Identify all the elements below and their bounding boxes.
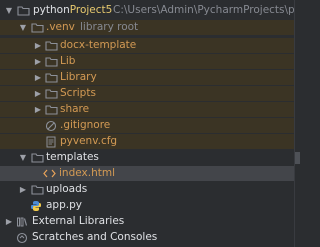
chevron-down-icon[interactable]: ▼ [18,150,28,165]
file-label: index.html [59,167,115,179]
tree-item-gitignore[interactable]: .gitignore [0,118,294,133]
folder-icon [44,54,58,69]
tree-item-project-root[interactable]: ▼ pythonProject5 C:\Users\Admin\PycharmP… [0,3,294,18]
gitignore-icon [44,118,58,133]
folder-label: Library [60,71,97,83]
folder-label: Lib [60,55,76,67]
tree-item-templates[interactable]: ▼ templates [0,150,294,165]
folder-label: share [60,103,90,115]
folder-icon [30,20,44,35]
tree-label: Scratches and Consoles [32,231,158,243]
folder-icon [30,182,44,197]
chevron-right-icon[interactable]: ▶ [33,70,43,85]
config-file-icon [44,134,58,149]
tree-item-scratches[interactable]: Scratches and Consoles [0,230,294,245]
folder-icon [30,150,44,165]
tree-item-pyvenv-cfg[interactable]: pyvenv.cfg [0,134,294,149]
project-name: pythonProject5 [33,4,113,16]
folder-icon [44,86,58,101]
chevron-down-icon[interactable]: ▼ [18,20,28,35]
tree-item-external-libraries[interactable]: ▶ External Libraries [0,214,294,229]
file-label: .gitignore [60,119,111,131]
vertical-scrollbar[interactable] [294,0,300,247]
html-file-icon [42,166,56,181]
scratches-icon [15,230,29,245]
project-tree[interactable]: ▼ pythonProject5 C:\Users\Admin\PycharmP… [0,0,300,247]
tree-item-docx-template[interactable]: ▶ docx-template [0,38,294,53]
folder-icon [44,102,58,117]
library-icon [15,214,29,229]
chevron-down-icon[interactable]: ▼ [4,3,14,18]
chevron-right-icon[interactable]: ▶ [4,214,14,229]
file-label: pyvenv.cfg [60,135,118,147]
tree-item-share[interactable]: ▶ share [0,102,294,117]
tree-item-lib[interactable]: ▶ Lib [0,54,294,69]
chevron-right-icon[interactable]: ▶ [33,54,43,69]
project-path: C:\Users\Admin\PycharmProjects\pythonPro [113,4,294,16]
tree-label: External Libraries [32,215,125,227]
tree-item-venv[interactable]: ▼ .venv library root [0,20,294,35]
scrollbar-marker [295,152,300,164]
folder-label: templates [46,151,99,163]
folder-icon [44,70,58,85]
tree-item-scripts[interactable]: ▶ Scripts [0,86,294,101]
file-label: app.py [46,199,82,211]
tree-item-index-html[interactable]: index.html [0,166,294,181]
chevron-right-icon[interactable]: ▶ [33,38,43,53]
python-file-icon [29,198,43,213]
library-root-tag: library root [80,21,139,33]
tree-item-library[interactable]: ▶ Library [0,70,294,85]
folder-label: Scripts [60,87,96,99]
tree-item-app-py[interactable]: app.py [0,198,294,213]
folder-label: uploads [46,183,88,195]
chevron-right-icon[interactable]: ▶ [18,182,28,197]
chevron-right-icon[interactable]: ▶ [33,102,43,117]
chevron-right-icon[interactable]: ▶ [33,86,43,101]
folder-icon [44,38,58,53]
folder-icon [16,3,30,18]
tree-item-uploads[interactable]: ▶ uploads [0,182,294,197]
venv-label: .venv [46,21,75,33]
folder-label: docx-template [60,39,137,51]
